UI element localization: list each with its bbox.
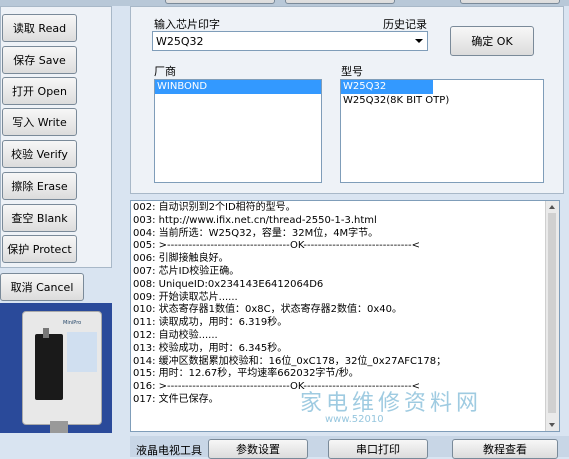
vendor-label: 厂商 <box>154 65 176 78</box>
serial-print-button[interactable]: 串口打印 <box>328 439 428 459</box>
top-partial-button-mid[interactable] <box>285 0 395 4</box>
programmer-label: MiniPro <box>63 320 82 326</box>
ok-button[interactable]: 确定 OK <box>450 26 534 56</box>
zif-lever <box>43 328 49 338</box>
chevron-down-icon[interactable] <box>415 39 423 43</box>
scroll-down-icon[interactable] <box>549 423 555 427</box>
tv-tool-label: 液晶电视工具 <box>136 444 202 457</box>
model-label: 型号 <box>341 65 363 78</box>
open-button[interactable]: 打开 Open <box>2 77 77 105</box>
log-line: 014: 缓冲区数据累加校验和：16位_0xC178，32位_0x27AFC17… <box>133 355 447 367</box>
log-line: 002: 自动识别到2个ID相符的型号。 <box>133 202 296 213</box>
log-line: 015: 用时：12.67秒，平均速率662032字节/秒。 <box>133 368 359 380</box>
scroll-thumb[interactable] <box>548 213 556 413</box>
cancel-button[interactable]: 取消 Cancel <box>0 273 84 301</box>
log-line: 009: 开始读取芯片...... <box>133 291 238 303</box>
verify-button[interactable]: 校验 Verify <box>2 140 77 168</box>
vendor-list[interactable]: WINBOND <box>154 79 322 183</box>
zif-socket <box>35 334 63 400</box>
tutorial-button[interactable]: 教程查看 <box>452 439 558 459</box>
save-button[interactable]: 保存 Save <box>2 46 77 74</box>
chip-input-value: W25Q32 <box>156 35 204 48</box>
log-line: 004: 当前所选：W25Q32，容量：32M位，4M字节。 <box>133 227 379 239</box>
watermark-url: www.52010 <box>325 414 384 425</box>
protect-button[interactable]: 保护 Protect <box>2 235 77 263</box>
log-line: 013: 校验成功，用时：6.345秒。 <box>133 342 288 354</box>
read-button[interactable]: 读取 Read <box>2 14 77 42</box>
scroll-up-icon[interactable] <box>549 205 555 209</box>
model-list-item[interactable]: W25Q32(8K BIT OTP) <box>341 94 543 108</box>
history-label: 历史记录 <box>383 18 427 31</box>
device-sticker <box>67 332 97 372</box>
log-scrollbar[interactable] <box>545 201 559 431</box>
chip-input-combobox[interactable]: W25Q32 <box>152 31 428 51</box>
write-button[interactable]: 写入 Write <box>2 108 77 136</box>
log-line: 003: http://www.ifix.net.cn/thread-2550-… <box>133 214 377 226</box>
params-button[interactable]: 参数设置 <box>208 439 308 459</box>
log-line: 005: >----------------------------------… <box>133 240 420 252</box>
log-line: 010: 状态寄存器1数值：0x8C，状态寄存器2数值：0x40。 <box>133 304 402 316</box>
log-line: 011: 读取成功，用时：6.319秒。 <box>133 317 288 329</box>
model-list-item[interactable]: W25Q32 <box>341 80 433 94</box>
erase-button[interactable]: 擦除 Erase <box>2 172 77 200</box>
chip-input-label: 输入芯片印字 <box>154 18 220 31</box>
usb-connector <box>50 421 68 433</box>
model-list[interactable]: W25Q32 W25Q32(8K BIT OTP) <box>340 79 544 183</box>
programmer-device: MiniPro <box>22 311 102 425</box>
blank-button[interactable]: 查空 Blank <box>2 204 77 232</box>
watermark-text: 家电维修资料网 <box>300 391 483 416</box>
log-line: 008: UniqueID:0x234143E6412064D6 <box>133 278 324 290</box>
programmer-photo: MiniPro <box>0 303 112 433</box>
log-line: 007: 芯片ID校验正确。 <box>133 265 240 277</box>
vendor-list-item[interactable]: WINBOND <box>155 80 321 94</box>
top-partial-button-left[interactable] <box>165 0 275 4</box>
log-line: 006: 引脚接触良好。 <box>133 253 229 265</box>
log-line: 012: 自动校验...... <box>133 329 218 341</box>
top-partial-button-right[interactable] <box>460 0 560 4</box>
